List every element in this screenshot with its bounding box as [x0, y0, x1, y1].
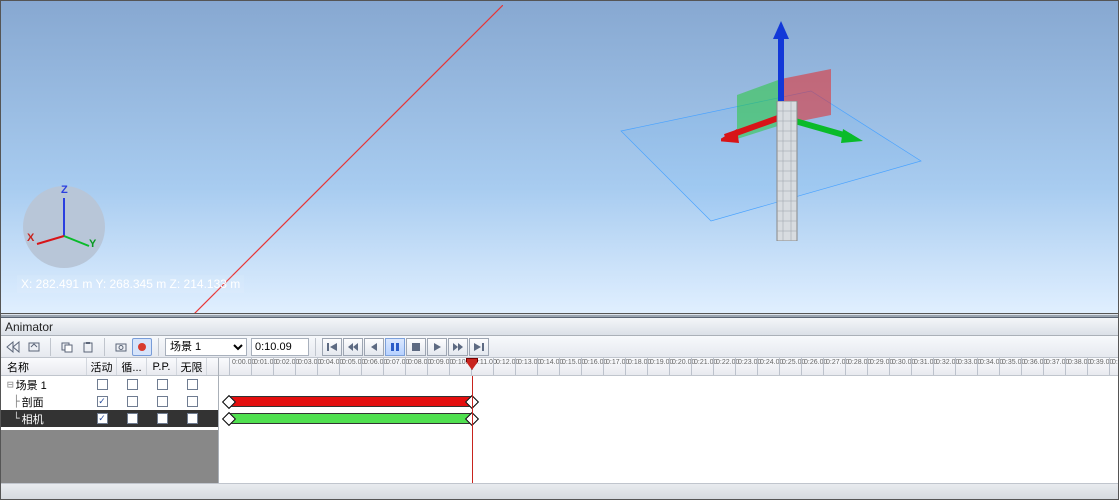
checkbox-pp[interactable]: [157, 413, 168, 424]
axis-y-label: Y: [89, 238, 96, 250]
checkbox-active[interactable]: [97, 379, 108, 390]
col-inf-header[interactable]: 无限: [177, 358, 207, 375]
coordinate-readout: X: 282.491 m Y: 268.345 m Z: 214.133 m: [17, 275, 244, 293]
checkbox-pp[interactable]: [157, 396, 168, 407]
checkbox-active[interactable]: ✓: [97, 396, 108, 407]
tree-row[interactable]: └相机✓: [1, 410, 218, 427]
horizontal-scrollbar[interactable]: [1, 483, 1118, 499]
checkbox-loop[interactable]: [127, 396, 138, 407]
checkbox-inf[interactable]: [187, 396, 198, 407]
tool-export-icon[interactable]: [24, 338, 44, 356]
col-name-header[interactable]: 名称: [1, 358, 87, 375]
time-input[interactable]: [251, 338, 309, 356]
tree-row[interactable]: ⊟场景 1: [1, 376, 218, 393]
tree-empty-area: [1, 430, 218, 484]
transport-stop-icon[interactable]: [406, 338, 426, 356]
axis-arrows: [721, 21, 881, 181]
transport-nextkey-icon[interactable]: [448, 338, 468, 356]
scene-model: [775, 101, 799, 241]
checkbox-loop[interactable]: [127, 413, 138, 424]
track-bar[interactable]: [229, 413, 472, 424]
playhead[interactable]: [472, 376, 473, 483]
axis-orientation-widget[interactable]: Z X Y: [23, 186, 105, 268]
timeline-ruler[interactable]: 0:00.000:01.000:02.000:03.000:04.000:05.…: [219, 358, 1118, 376]
axis-z-label: Z: [61, 184, 68, 196]
axis-x-label: X: [27, 232, 34, 244]
animator-panel-title: Animator: [1, 318, 1118, 336]
transport-prev-icon[interactable]: [364, 338, 384, 356]
keyframe-icon[interactable]: [224, 411, 234, 426]
tool-rewind-icon[interactable]: [3, 338, 23, 356]
checkbox-inf[interactable]: [187, 379, 198, 390]
tool-snapshot-icon[interactable]: [111, 338, 131, 356]
animator-body: 名称 活动 循... P.P. 无限 ⊟场景 1 ├剖面✓ └相机✓ 0:00.…: [1, 358, 1118, 483]
viewport-3d[interactable]: Z X Y X: 282.491 m Y: 268.345 m Z: 214.1…: [1, 1, 1118, 314]
scene-select[interactable]: 场景 1: [165, 338, 247, 356]
scene-gizmo[interactable]: [581, 21, 941, 271]
tree-header: 名称 活动 循... P.P. 无限: [1, 358, 218, 376]
col-pp-header[interactable]: P.P.: [147, 358, 177, 375]
scene-tree-pane: 名称 活动 循... P.P. 无限 ⊟场景 1 ├剖面✓ └相机✓: [1, 358, 219, 483]
transport-pause-icon[interactable]: [385, 338, 405, 356]
tree-row-label: 相机: [22, 411, 44, 427]
tree-row-label: 剖面: [22, 394, 44, 410]
tree-row-label: 场景 1: [16, 377, 47, 393]
transport-first-icon[interactable]: [322, 338, 342, 356]
tool-copy-icon[interactable]: [57, 338, 77, 356]
col-active-header[interactable]: 活动: [87, 358, 117, 375]
animator-toolbar: 场景 1: [1, 336, 1118, 358]
tree-row[interactable]: ├剖面✓: [1, 393, 218, 410]
annotation-arrow: [69, 5, 503, 314]
checkbox-inf[interactable]: [187, 413, 198, 424]
transport-play-icon[interactable]: [427, 338, 447, 356]
transport-prevkey-icon[interactable]: [343, 338, 363, 356]
track-bar[interactable]: [229, 396, 472, 407]
checkbox-loop[interactable]: [127, 379, 138, 390]
tool-record-icon[interactable]: [132, 338, 152, 356]
app-root: Z X Y X: 282.491 m Y: 268.345 m Z: 214.1…: [0, 0, 1119, 500]
transport-last-icon[interactable]: [469, 338, 489, 356]
col-loop-header[interactable]: 循...: [117, 358, 147, 375]
checkbox-active[interactable]: ✓: [97, 413, 108, 424]
timeline-pane[interactable]: 0:00.000:01.000:02.000:03.000:04.000:05.…: [219, 358, 1118, 483]
timeline-tracks[interactable]: [219, 376, 1118, 483]
tool-paste-icon[interactable]: [78, 338, 98, 356]
checkbox-pp[interactable]: [157, 379, 168, 390]
keyframe-icon[interactable]: [224, 394, 234, 409]
tree-rows[interactable]: ⊟场景 1 ├剖面✓ └相机✓: [1, 376, 218, 430]
